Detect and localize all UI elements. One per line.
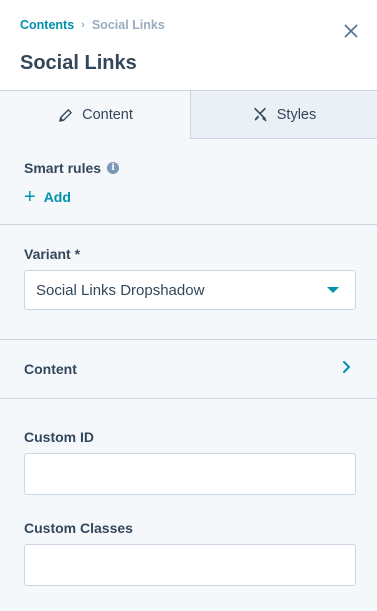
variant-label: Variant * [24,246,81,262]
variant-select[interactable]: Social Links Dropshadow [24,270,356,310]
variant-select-value: Social Links Dropshadow [36,281,205,299]
divider [0,398,377,399]
info-icon[interactable]: i [107,162,120,174]
tab-content[interactable]: Content [0,91,191,139]
add-label: Add [43,189,71,205]
plus-icon: + [24,186,36,208]
pencil-icon [57,107,73,123]
panel-header: Contents › Social Links Social Links [0,0,377,91]
add-smart-rule-button[interactable]: + Add [24,187,71,207]
breadcrumb: Contents › Social Links [20,18,165,32]
tab-content-label: Content [82,107,133,123]
close-icon [344,24,358,38]
smart-rules-heading: Smart rules i [24,160,120,176]
tab-styles[interactable]: Styles [191,91,377,139]
custom-classes-input[interactable] [24,544,356,586]
close-button[interactable] [342,22,360,40]
tab-bar: Content Styles [0,91,377,139]
breadcrumb-current: Social Links [91,18,165,32]
content-section-label: Content [24,361,77,377]
custom-id-input[interactable] [24,453,356,495]
content-section-toggle[interactable]: Content [0,340,377,398]
divider [0,224,377,225]
breadcrumb-contents-link[interactable]: Contents [20,18,74,32]
tab-styles-label: Styles [276,106,317,123]
caret-down-icon [327,287,339,293]
chevron-right-icon [342,360,351,379]
breadcrumb-separator: › [81,19,85,31]
custom-id-label: Custom ID [24,429,94,445]
page-title: Social Links [20,52,137,74]
brush-icon [252,107,268,123]
custom-classes-label: Custom Classes [24,520,133,536]
smart-rules-label: Smart rules [24,160,102,176]
